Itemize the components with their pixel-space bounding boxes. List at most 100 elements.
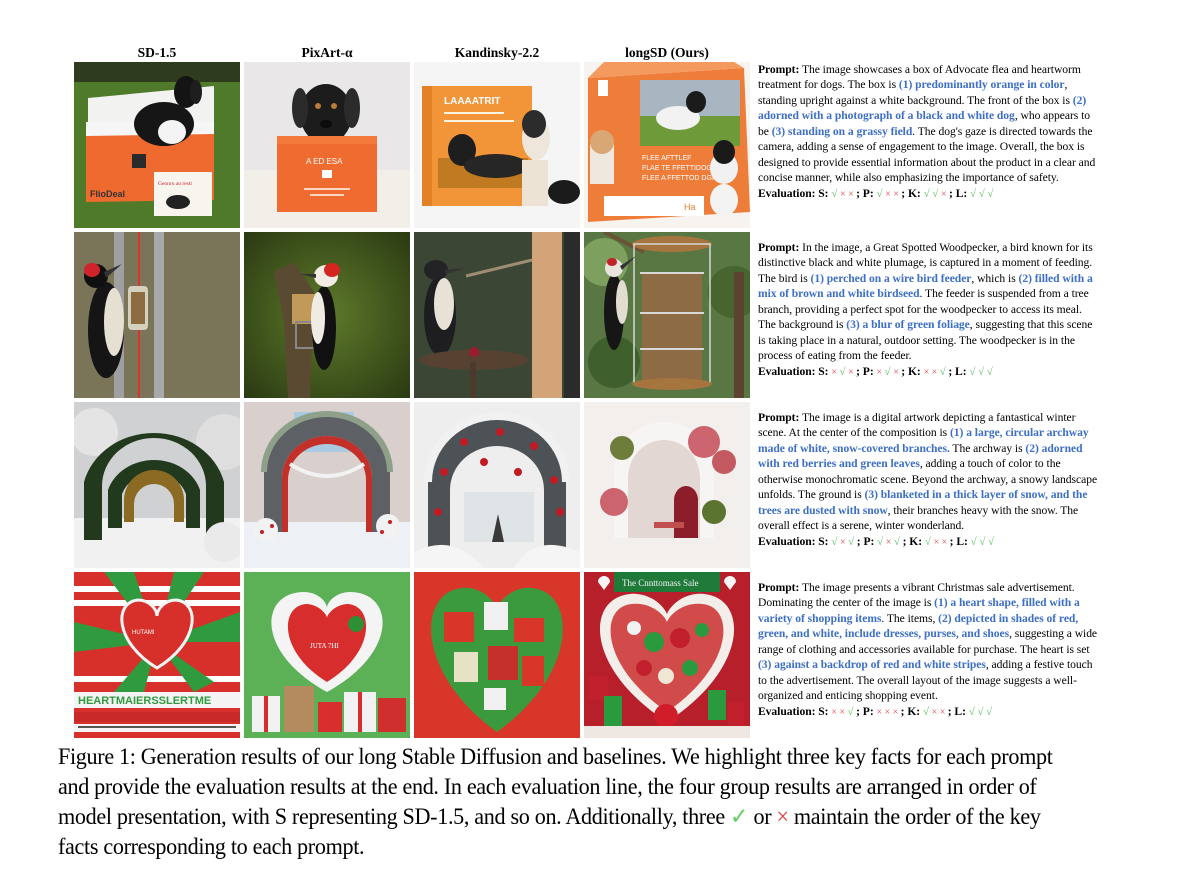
check-icon: √: [893, 535, 903, 548]
check-icon: √: [970, 187, 979, 200]
generated-image-row4-pixart: JUTA 7HI: [244, 572, 410, 738]
generated-image-row3-sd15: [74, 402, 240, 568]
cross-icon: ×: [941, 536, 950, 548]
evaluation-model-p: P:: [863, 534, 878, 548]
svg-text:The Cnnttomass Sale: The Cnnttomass Sale: [622, 578, 699, 588]
evaluation-model-k: K:: [907, 364, 924, 378]
evaluation-line-row4: Evaluation: S: × × √ ; P: × × × ; K: √ ×…: [758, 704, 1098, 720]
check-icon: √: [986, 365, 993, 378]
check-icon: √: [847, 705, 857, 718]
generated-image-row2-pixart: [244, 232, 410, 398]
evaluation-model-k: K:: [907, 704, 923, 718]
generated-image-row1-longsd: FLEE AFTTLEF FLAE TE FFETTIDOG FLEE A FF…: [584, 62, 750, 228]
key-fact-highlight: (3) standing on a grassy field: [771, 124, 913, 138]
prompt-block-row3: Prompt: The image is a digital artwork d…: [758, 410, 1098, 550]
evaluation-model-p: P:: [862, 186, 877, 200]
generated-image-row2-sd15: [74, 232, 240, 398]
check-icon: √: [979, 535, 989, 548]
evaluation-model-s: S:: [818, 704, 832, 718]
evaluation-line-row3: Evaluation: S: √ × √ ; P: √ × √ ; K: √ ×…: [758, 534, 1098, 550]
cross-icon: ×: [940, 188, 950, 200]
svg-text:FLEE AFTTLEF: FLEE AFTTLEF: [642, 155, 691, 162]
svg-text:Geonro au resti: Geonro au resti: [158, 181, 192, 187]
check-icon: √: [839, 365, 849, 378]
check-icon: √: [876, 187, 886, 200]
svg-text:FlioDeal: FlioDeal: [90, 189, 125, 199]
cross-icon: ×: [876, 706, 885, 718]
prompt-block-row4: Prompt: The image presents a vibrant Chr…: [758, 580, 1098, 720]
separator: ;: [856, 364, 863, 378]
svg-text:FLAE TE FFETTIDOG: FLAE TE FFETTIDOG: [642, 165, 712, 172]
check-icon: ✓: [730, 804, 749, 830]
cross-icon: ×: [933, 536, 942, 548]
check-icon: √: [969, 365, 979, 378]
evaluation-model-p: P:: [862, 364, 877, 378]
key-fact-highlight: (3) against a backdrop of red and white …: [758, 658, 986, 672]
generated-image-row3-pixart: [244, 402, 410, 568]
check-icon: √: [987, 187, 994, 200]
cross-icon: ×: [840, 536, 849, 548]
separator: ;: [901, 364, 908, 378]
separator: ;: [856, 186, 863, 200]
generated-image-row2-longsd: [584, 232, 750, 398]
generated-image-row3-kandinsky: [414, 402, 580, 568]
check-icon: √: [932, 187, 941, 200]
check-icon: √: [877, 535, 886, 548]
key-fact-highlight: (3) a blur of green foliage: [846, 318, 970, 332]
caption-text: or: [748, 804, 777, 830]
generated-image-row3-longsd: [584, 402, 750, 568]
svg-text:Ha: Ha: [684, 202, 696, 212]
generated-image-row4-longsd: The Cnnttomass Sale: [584, 572, 750, 738]
cross-icon: ×: [892, 706, 901, 718]
prompt-text: . The items,: [881, 611, 939, 625]
check-icon: √: [977, 705, 987, 718]
prompt-block-row2: Prompt: In the image, a Great Spotted Wo…: [758, 240, 1098, 380]
evaluation-model-s: S:: [818, 534, 832, 548]
caption-label: Figure 1:: [58, 744, 136, 770]
figure-caption: Figure 1: Generation results of our long…: [58, 742, 1070, 862]
generated-image-row4-kandinsky: [414, 572, 580, 738]
evaluation-model-l: L:: [956, 534, 971, 548]
svg-text:LAAAATRIT: LAAAATRIT: [444, 96, 500, 107]
evaluation-model-p: P:: [862, 704, 877, 718]
check-icon: √: [988, 535, 995, 548]
evaluation-label: Evaluation:: [758, 364, 819, 378]
key-fact-highlight: (1) perched on a wire bird feeder: [810, 271, 972, 285]
svg-text:HUTAMI: HUTAMI: [132, 630, 155, 636]
column-header-pixart: PixArt-α: [301, 45, 353, 60]
check-icon: √: [922, 705, 932, 718]
evaluation-line-row2: Evaluation: S: × √ × ; P: × √ × ; K: × ×…: [758, 364, 1098, 380]
cross-icon: ×: [923, 366, 932, 378]
evaluation-label: Evaluation:: [758, 186, 819, 200]
svg-text:A ED ESA: A ED ESA: [306, 157, 343, 166]
check-icon: √: [978, 365, 987, 378]
column-header-sd15: SD-1.5: [137, 45, 177, 60]
prompt-text: The archway is: [949, 441, 1026, 455]
cross-icon: ×: [876, 366, 885, 378]
prompt-label: Prompt:: [758, 581, 800, 594]
prompt-label: Prompt:: [758, 411, 800, 424]
svg-text:JUTA 7HI: JUTA 7HI: [310, 642, 339, 650]
check-icon: √: [884, 365, 894, 378]
generated-image-row1-sd15: Geonro au resti FlioDeal: [74, 62, 240, 228]
cross-icon: ×: [931, 706, 940, 718]
evaluation-model-k: K:: [909, 534, 925, 548]
evaluation-model-l: L:: [955, 364, 970, 378]
column-header-longsd: longSD (Ours): [625, 45, 709, 60]
evaluation-label: Evaluation:: [758, 534, 819, 548]
evaluation-model-l: L:: [955, 186, 971, 200]
cross-icon: ×: [840, 188, 849, 200]
separator: ;: [901, 186, 908, 200]
cross-icon: ×: [848, 366, 857, 378]
prompt-text: , which is: [971, 271, 1019, 285]
cross-icon: ×: [885, 536, 894, 548]
separator: ;: [949, 186, 956, 200]
key-fact-highlight: (1) predominantly orange in color: [898, 78, 1065, 92]
prompt-label: Prompt:: [758, 63, 800, 76]
prompt-label: Prompt:: [758, 241, 800, 254]
evaluation-model-s: S:: [818, 364, 832, 378]
generated-image-row1-kandinsky: LAAAATRIT: [414, 62, 580, 228]
check-icon: √: [848, 535, 857, 548]
cross-icon: ×: [939, 706, 948, 718]
prompt-block-row1: Prompt: The image showcases a box of Adv…: [758, 62, 1098, 202]
